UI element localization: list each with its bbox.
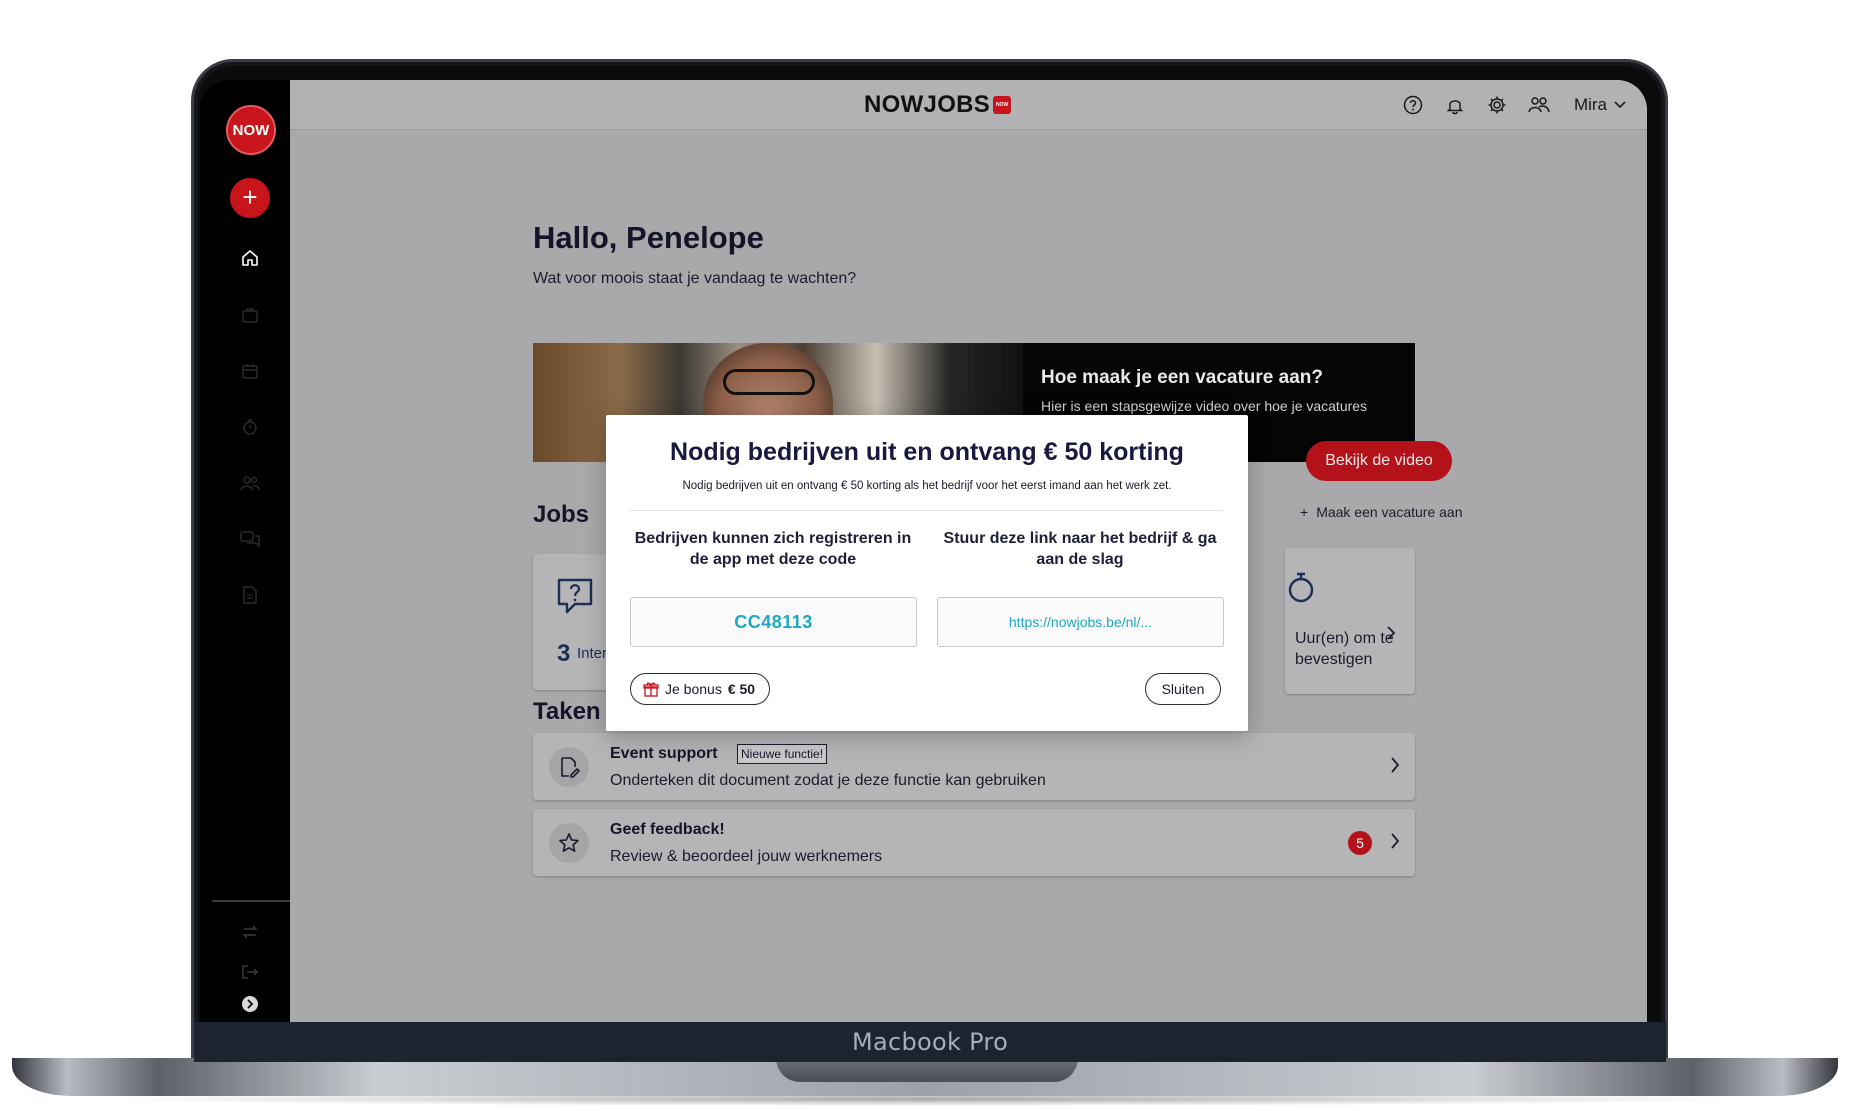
bell-icon[interactable]	[1440, 90, 1470, 120]
sidebar-divider	[212, 900, 290, 902]
laptop-chin: Macbook Pro	[194, 1022, 1666, 1062]
watch-video-button[interactable]: Bekijk de video	[1306, 441, 1452, 481]
star-icon	[549, 823, 589, 863]
main-content: NOWJOBS NOW Mira Hallo, Penelope Wat voo…	[290, 80, 1647, 1022]
bonus-amount: € 50	[727, 681, 756, 697]
invite-code-field[interactable]: CC48113	[630, 597, 917, 647]
jobs-title: Jobs	[533, 501, 590, 528]
task-title: Event support	[610, 745, 718, 762]
link-heading: Stuur deze link naar het bedrijf & ga aa…	[943, 530, 1217, 568]
glasses-shape	[723, 369, 815, 395]
new-feature-badge: Nieuwe functie!	[737, 744, 828, 764]
chevron-right-icon	[1391, 833, 1400, 849]
top-bar: NOWJOBS NOW Mira	[290, 80, 1647, 130]
interviews-count: 3	[557, 640, 571, 667]
task-title: Geef feedback!	[610, 821, 725, 838]
switch-icon[interactable]	[235, 917, 265, 947]
tasks-title: Taken	[533, 698, 601, 725]
home-icon[interactable]	[235, 243, 265, 273]
hours-label-line1: Uur(en) om te	[1295, 630, 1394, 647]
question-bubble-icon	[557, 578, 593, 614]
task-description: Review & beoordeel jouw werknemers	[610, 848, 883, 865]
user-name: Mira	[1573, 95, 1607, 114]
modal-subtitle: Nodig bedrijven uit en ontvang € 50 kort…	[682, 480, 1172, 492]
modal-divider	[630, 510, 1223, 511]
interviews-label: Inter	[577, 645, 608, 662]
briefcase-icon[interactable]	[235, 300, 265, 330]
top-actions: Mira	[1398, 90, 1627, 120]
people-icon[interactable]	[235, 468, 265, 498]
invite-link-field[interactable]: https://nowjobs.be/nl/...	[937, 597, 1224, 647]
logo-text: NOWJOBS	[864, 91, 991, 118]
add-button[interactable]: +	[230, 178, 270, 218]
banner-text: Hier is een stapsgewijze video over hoe …	[1041, 398, 1368, 414]
team-icon[interactable]	[1524, 90, 1554, 120]
banner-title: Hoe maak je een vacature aan?	[1041, 367, 1323, 388]
page-subtitle: Wat voor moois staat je vandaag te wacht…	[533, 270, 857, 287]
bonus-label: Je bonus	[665, 681, 722, 697]
feedback-count-badge: 5	[1348, 831, 1372, 855]
logo-mark: NOW	[993, 96, 1012, 114]
gear-icon[interactable]	[1482, 90, 1512, 120]
chat-icon[interactable]	[235, 524, 265, 554]
bonus-pill[interactable]: Je bonus € 50	[630, 673, 771, 705]
user-menu[interactable]: Mira	[1574, 95, 1627, 115]
task-event-support[interactable]: Event support Nieuwe functie! Onderteken…	[533, 733, 1415, 800]
stopwatch-icon	[1288, 572, 1314, 603]
code-heading: Bedrijven kunnen zich registreren in de …	[634, 530, 912, 568]
close-button[interactable]: Sluiten	[1145, 673, 1221, 705]
help-icon[interactable]	[1398, 90, 1428, 120]
hours-label-line2: bevestigen	[1295, 651, 1373, 668]
chevron-right-icon	[1387, 626, 1396, 640]
page-title: Hallo, Penelope	[533, 220, 764, 255]
chevron-right-icon	[1391, 757, 1400, 773]
expand-icon[interactable]	[235, 989, 265, 1019]
sidebar: NOW +	[200, 80, 290, 1022]
task-feedback[interactable]: Geef feedback! Review & beoordeel jouw w…	[533, 809, 1415, 876]
document-icon[interactable]	[235, 580, 265, 610]
invite-link: https://nowjobs.be/nl/...	[1008, 614, 1153, 630]
new-vacancy-link[interactable]: + Maak een vacature aan	[1300, 504, 1463, 520]
gift-icon	[643, 682, 659, 697]
invite-code: CC48113	[734, 611, 813, 632]
hours-label: Uur(en) om te bevestigen	[1295, 628, 1394, 670]
task-description: Onderteken dit document zodat je deze fu…	[610, 772, 1046, 789]
nowjobs-logo[interactable]: NOWJOBS NOW	[864, 91, 1012, 119]
device-label: Macbook Pro	[851, 1028, 1009, 1056]
screen: NOW + NOWJOBS NOW Mira Hallo, Penelope W…	[200, 80, 1647, 1022]
modal-title: Nodig bedrijven uit en ontvang € 50 kort…	[670, 438, 1184, 466]
hours-card[interactable]: Uur(en) om te bevestigen	[1285, 548, 1415, 694]
invite-modal: Nodig bedrijven uit en ontvang € 50 kort…	[606, 415, 1248, 731]
new-vacancy-label: Maak een vacature aan	[1316, 504, 1463, 520]
signature-document-icon	[549, 747, 589, 787]
logout-icon[interactable]	[235, 957, 265, 987]
chevron-down-icon	[1614, 101, 1626, 109]
calendar-icon[interactable]	[235, 356, 265, 386]
stopwatch-icon[interactable]	[235, 412, 265, 442]
plus-icon: +	[1300, 504, 1309, 520]
brand-logo[interactable]: NOW	[226, 105, 276, 155]
